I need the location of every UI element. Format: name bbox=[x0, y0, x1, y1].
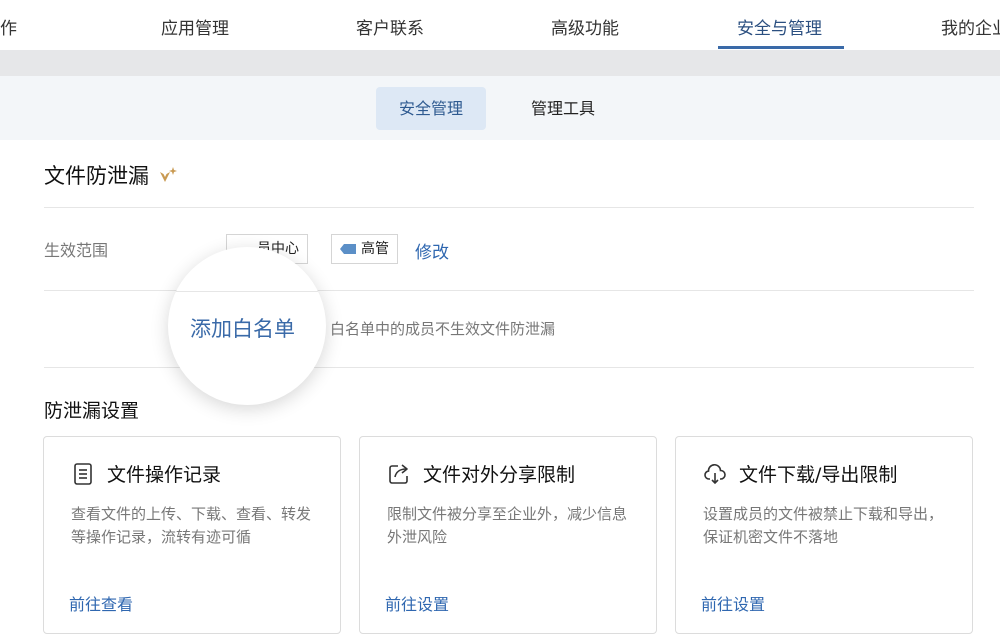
card-external-share-limit: 文件对外分享限制 限制文件被分享至企业外，减少信息外泄风险 前往设置 bbox=[359, 436, 657, 634]
tab-security-management[interactable]: 安全管理 bbox=[376, 87, 487, 130]
divider bbox=[44, 207, 974, 208]
tag-icon bbox=[340, 244, 356, 254]
nav-item-my-company[interactable]: 我的企业 bbox=[941, 14, 1000, 39]
nav-item-app-management[interactable]: 应用管理 bbox=[161, 14, 229, 39]
scope-tag-label: 高管 bbox=[361, 241, 389, 257]
go-settings-link[interactable]: 前往设置 bbox=[385, 591, 449, 615]
section-title: 文件防泄漏 bbox=[44, 160, 179, 190]
add-whitelist-button[interactable]: 添加白名单 bbox=[190, 313, 295, 343]
nav-item-partial[interactable]: 作 bbox=[0, 14, 17, 39]
tab-management-tools[interactable]: 管理工具 bbox=[508, 87, 618, 130]
card-file-operation-log: 文件操作记录 查看文件的上传、下载、查看、转发等操作记录，流转有迹可循 前往查看 bbox=[43, 436, 341, 634]
go-view-link[interactable]: 前往查看 bbox=[69, 591, 133, 615]
magnifier-highlight: 添加白名单 bbox=[168, 247, 326, 405]
settings-title: 防泄漏设置 bbox=[44, 400, 140, 422]
document-list-icon bbox=[74, 462, 92, 485]
nav-item-customer-contact[interactable]: 客户联系 bbox=[356, 14, 424, 39]
whitelist-description: 白名单中的成员不生效文件防泄漏 bbox=[330, 320, 556, 338]
go-settings-link[interactable]: 前往设置 bbox=[701, 591, 765, 615]
divider bbox=[168, 291, 326, 292]
card-description: 查看文件的上传、下载、查看、转发等操作记录，流转有迹可循 bbox=[71, 505, 312, 546]
nav-item-advanced[interactable]: 高级功能 bbox=[551, 14, 619, 39]
share-out-icon bbox=[389, 463, 408, 484]
card-title: 文件对外分享限制 bbox=[423, 464, 576, 486]
section-title-text: 文件防泄漏 bbox=[44, 164, 149, 188]
sparkle-icon bbox=[160, 167, 177, 182]
card-description: 限制文件被分享至企业外，减少信息外泄风险 bbox=[387, 505, 628, 546]
modify-scope-link[interactable]: 修改 bbox=[415, 238, 449, 263]
nav-divider-band bbox=[0, 50, 1000, 76]
nav-active-underline bbox=[718, 46, 844, 49]
nav-item-security-management[interactable]: 安全与管理 bbox=[737, 14, 822, 39]
scope-tag-executives: 高管 bbox=[331, 234, 398, 264]
sub-tabs: 安全管理 管理工具 bbox=[0, 76, 1000, 140]
card-title: 文件操作记录 bbox=[107, 464, 222, 486]
scope-label: 生效范围 bbox=[44, 241, 109, 260]
cloud-download-icon bbox=[704, 463, 726, 484]
card-download-export-limit: 文件下载/导出限制 设置成员的文件被禁止下载和导出，保证机密文件不落地 前往设置 bbox=[675, 436, 973, 634]
card-title: 文件下载/导出限制 bbox=[739, 464, 898, 486]
top-nav: 作 应用管理 客户联系 高级功能 安全与管理 我的企业 bbox=[0, 0, 1000, 50]
card-description: 设置成员的文件被禁止下载和导出，保证机密文件不落地 bbox=[703, 505, 944, 546]
